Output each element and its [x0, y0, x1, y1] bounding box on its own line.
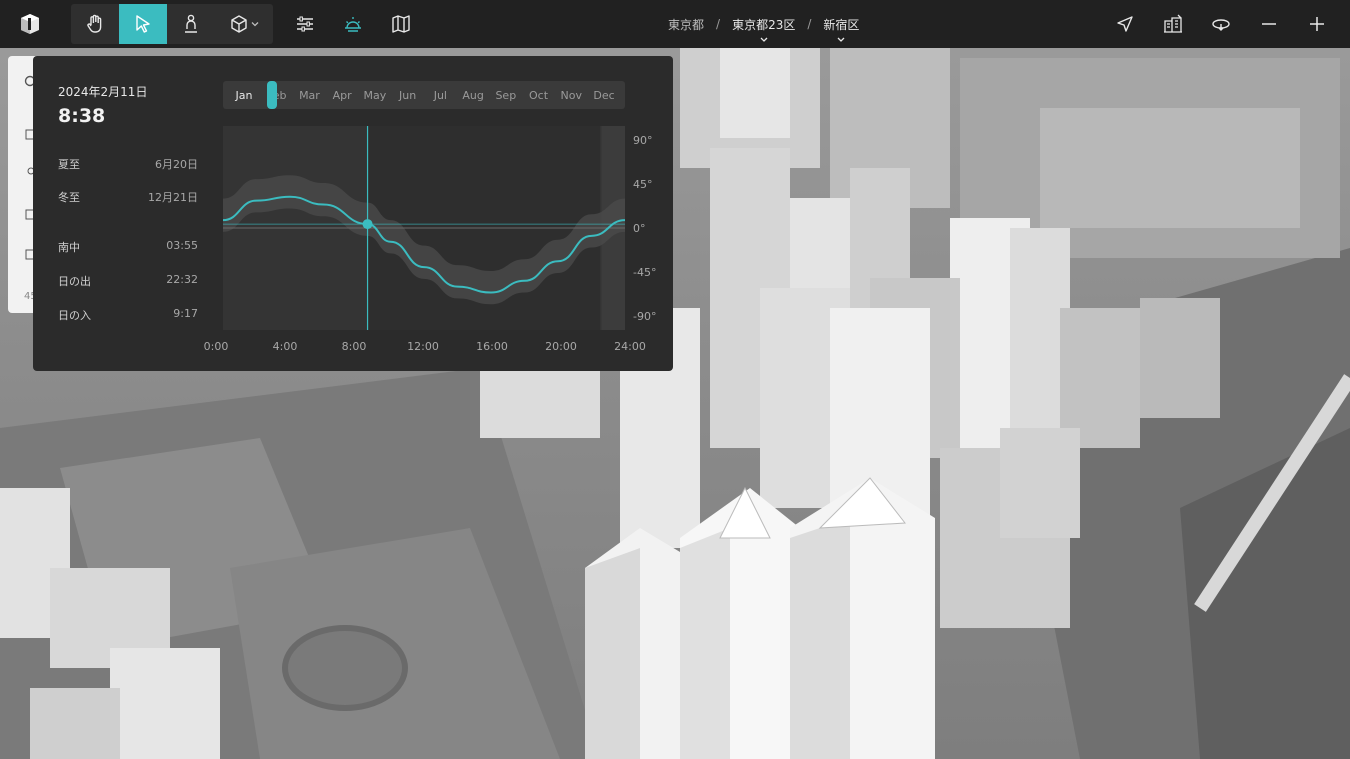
- breadcrumb-area[interactable]: 東京都23区: [732, 16, 796, 42]
- cursor-arrow-icon: [136, 15, 150, 33]
- x-tick-label: 12:00: [407, 340, 439, 353]
- pedestrian-tool-button[interactable]: [167, 4, 215, 44]
- sun-position-panel: 2024年2月11日 8:38 夏至 6月20日 冬至 12月21日 南中 03…: [33, 56, 673, 371]
- x-tick-label: 8:00: [341, 340, 367, 353]
- building-icon: [1164, 14, 1182, 33]
- chevron-down-icon: [760, 37, 768, 42]
- sunrise-icon: [345, 17, 361, 32]
- select-tool-button[interactable]: [119, 4, 167, 44]
- y-tick-label: -45°: [633, 266, 657, 279]
- map-button[interactable]: [377, 4, 425, 44]
- time-cursor-point: [362, 219, 373, 230]
- x-tick-label: 20:00: [545, 340, 577, 353]
- month-option[interactable]: Mar: [299, 89, 320, 102]
- breadcrumb-ward[interactable]: 新宿区: [823, 16, 860, 42]
- month-option[interactable]: May: [364, 89, 387, 102]
- breadcrumb-area-label: 東京都23区: [732, 17, 796, 32]
- summer-solstice-value: 6月20日: [155, 158, 198, 171]
- y-tick-label: -90°: [633, 310, 657, 323]
- x-tick-label: 4:00: [272, 340, 298, 353]
- sliders-icon: [297, 16, 313, 32]
- x-tick-label: 16:00: [476, 340, 508, 353]
- y-tick-label: 45°: [633, 178, 653, 191]
- month-option[interactable]: Dec: [593, 89, 614, 102]
- sun-altitude-chart[interactable]: [222, 126, 626, 330]
- person-pin-icon: [185, 14, 197, 33]
- orbit-rotate-button[interactable]: [1209, 12, 1233, 36]
- culmination-value: 03:55: [166, 239, 198, 252]
- breadcrumb-prefecture[interactable]: 東京都: [668, 16, 704, 33]
- plus-icon: [1310, 17, 1324, 31]
- sun-shadow-button[interactable]: [329, 4, 377, 44]
- map-icon: [392, 15, 410, 33]
- month-option[interactable]: Sep: [495, 89, 516, 102]
- winter-solstice-label[interactable]: 冬至: [58, 189, 80, 205]
- hand-icon: [87, 14, 102, 33]
- month-option[interactable]: Nov: [561, 89, 582, 102]
- summer-solstice-label[interactable]: 夏至: [58, 156, 80, 172]
- sunset-label: 日の入: [58, 309, 91, 322]
- navigation-arrow-icon: [1117, 16, 1133, 32]
- chevron-down-icon: [837, 37, 845, 42]
- x-tick-label: 0:00: [203, 340, 229, 353]
- breadcrumb: 東京都 / 東京都23区 / 新宿区: [668, 0, 859, 48]
- month-slider[interactable]: DecNovOctSepAugJulJunMayAprMarFebJan: [223, 81, 625, 109]
- building-view-button[interactable]: [1161, 12, 1185, 36]
- month-option[interactable]: Jun: [399, 89, 416, 102]
- box-tool-button[interactable]: [215, 4, 273, 44]
- cube-icon: [231, 15, 247, 33]
- navigation-tool-group: [71, 4, 273, 44]
- winter-solstice-value: 12月21日: [148, 191, 198, 204]
- selected-date[interactable]: 2024年2月11日: [58, 83, 147, 100]
- y-tick-label: 90°: [633, 134, 653, 147]
- breadcrumb-separator: /: [716, 17, 721, 31]
- app-logo-icon[interactable]: [18, 12, 42, 36]
- month-slider-handle[interactable]: [267, 81, 277, 109]
- month-option[interactable]: Apr: [333, 89, 352, 102]
- x-tick-label: 24:00: [614, 340, 646, 353]
- culmination-label: 南中: [58, 241, 80, 254]
- sunrise-value: 22:32: [166, 273, 198, 286]
- breadcrumb-separator: /: [807, 17, 812, 31]
- month-option[interactable]: Oct: [529, 89, 548, 102]
- zoom-out-button[interactable]: [1257, 12, 1281, 36]
- my-location-button[interactable]: [1113, 12, 1137, 36]
- y-tick-label: 0°: [633, 222, 646, 235]
- month-option[interactable]: Jan: [236, 89, 253, 102]
- hand-tool-button[interactable]: [71, 4, 119, 44]
- month-option[interactable]: Aug: [462, 89, 483, 102]
- settings-sliders-button[interactable]: [281, 4, 329, 44]
- selected-time[interactable]: 8:38: [58, 105, 105, 127]
- minus-icon: [1262, 23, 1276, 25]
- top-toolbar: 東京都 / 東京都23区 / 新宿区: [0, 0, 1350, 48]
- sunset-value: 9:17: [173, 307, 198, 320]
- sunrise-label: 日の出: [58, 275, 91, 288]
- month-option[interactable]: Jul: [434, 89, 447, 102]
- zoom-in-button[interactable]: [1305, 12, 1329, 36]
- breadcrumb-ward-label: 新宿区: [823, 17, 860, 32]
- orbit-icon: [1212, 19, 1230, 31]
- chevron-down-icon: [251, 22, 259, 27]
